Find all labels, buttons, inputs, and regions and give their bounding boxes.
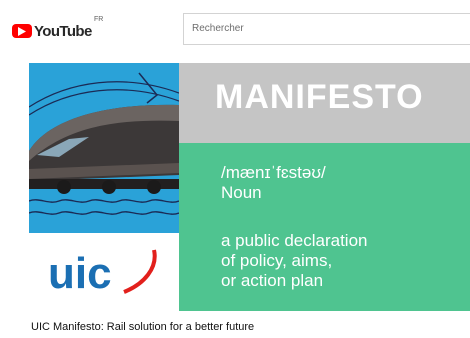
uic-logo-text: uic <box>48 249 112 298</box>
youtube-logo[interactable]: YouTube <box>12 22 92 40</box>
masthead: YouTube FR Rechercher <box>0 0 470 52</box>
definition-line: a public declaration <box>221 231 368 250</box>
uic-logo: uic <box>48 249 157 298</box>
video-title[interactable]: UIC Manifesto: Rail solution for a bette… <box>31 321 254 333</box>
part-of-speech: Noun <box>221 183 262 202</box>
definition-text: a public declaration of policy, aims, or… <box>221 231 367 291</box>
train-illustration <box>29 63 179 233</box>
manifesto-band: MANIFESTO <box>179 63 470 143</box>
logo-wordmark: YouTube <box>34 22 92 40</box>
manifesto-title: MANIFESTO <box>215 78 424 116</box>
train-icon <box>29 72 179 215</box>
phonetic-text: /mænɪˈfɛstəʊ/ <box>221 163 326 182</box>
search-box[interactable]: Rechercher <box>183 13 470 45</box>
video-thumbnail[interactable]: uic MANIFESTO /mænɪˈfɛstəʊ/ Noun a publi… <box>29 63 470 311</box>
definition-line: of policy, aims, <box>221 251 333 270</box>
definition-panel: /mænɪˈfɛstəʊ/ Noun a public declaration … <box>179 143 470 311</box>
search-input[interactable]: Rechercher <box>192 23 244 34</box>
uic-logo-panel: uic <box>29 233 179 311</box>
region-code: FR <box>94 16 104 23</box>
play-icon <box>12 24 32 38</box>
definition-line: or action plan <box>221 271 324 290</box>
